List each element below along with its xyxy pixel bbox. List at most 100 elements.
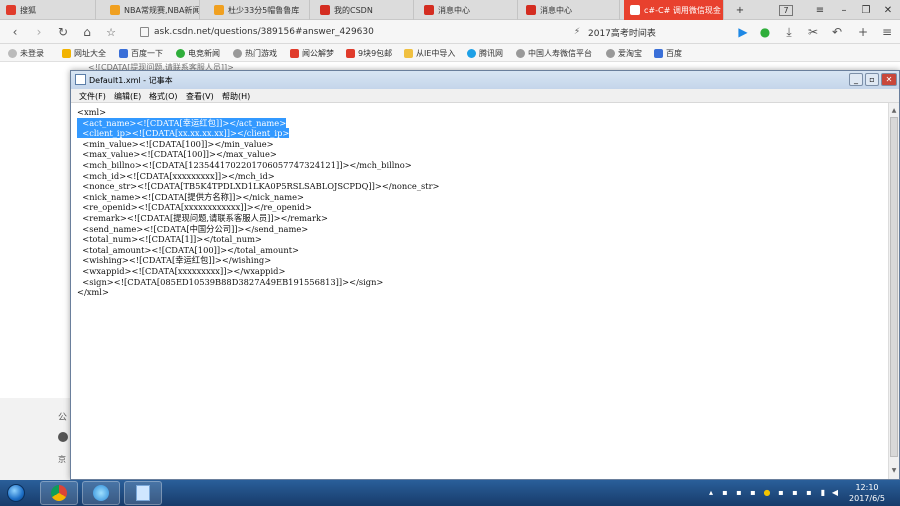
system-clock[interactable]: 12:10 2017/6/5 <box>842 482 892 504</box>
bookmark-item[interactable]: 腾讯网 <box>467 44 503 62</box>
scissors-icon[interactable]: ✂ <box>804 23 822 41</box>
xml-line: <remark><![CDATA[提现问题,请联系客服人员]]></remark… <box>77 213 328 223</box>
xml-line: <max_value><![CDATA[100]]></max_value> <box>77 149 277 160</box>
search-input[interactable]: 2017高考时间表 <box>588 23 718 41</box>
taskbar-browser[interactable] <box>82 481 120 505</box>
tray-app-icon[interactable]: ▪ <box>720 487 730 497</box>
tab-label: 消息中心 <box>438 5 470 15</box>
taskbar-chrome[interactable] <box>40 481 78 505</box>
xml-line: <mch_id><![CDATA[xxxxxxxxx]]></mch_id> <box>77 170 275 181</box>
bookmark-item[interactable]: 电竞新闻 <box>176 44 220 62</box>
new-tab-button[interactable]: + <box>726 0 754 20</box>
taskbar-notepad[interactable] <box>124 481 162 505</box>
notepad-close-button[interactable]: ✕ <box>881 73 897 86</box>
bookmark-item[interactable]: 网址大全 <box>62 44 106 62</box>
tab-label: c#-C# 调用微信现金 <box>644 5 721 15</box>
scroll-up-icon[interactable]: ▲ <box>890 105 898 115</box>
notepad-titlebar[interactable]: Default1.xml - 记事本 _ ▫ ✕ <box>71 71 899 89</box>
tray-app-icon[interactable]: ▪ <box>748 487 758 497</box>
game-icon <box>176 48 185 58</box>
tray-app-icon[interactable]: ▪ <box>804 487 814 497</box>
lightning-icon[interactable]: ⚡ <box>568 23 586 41</box>
qq-icon <box>467 48 476 58</box>
bookmark-star-icon[interactable]: ☆ <box>102 23 120 41</box>
tray-app-icon[interactable]: ▪ <box>790 487 800 497</box>
tray-app-icon[interactable]: ● <box>762 487 772 497</box>
notepad-minimize-button[interactable]: _ <box>849 73 863 86</box>
login-status[interactable]: 未登录 <box>8 44 44 62</box>
notepad-text-area[interactable]: <xml> <act_name><![CDATA[幸运红包]]></act_na… <box>71 103 888 479</box>
bookmark-label: 闻公解梦 <box>302 48 334 58</box>
browser-tab[interactable]: 我的CSDN <box>314 0 414 20</box>
bookmark-item[interactable]: 爱淘宝 <box>606 44 642 62</box>
xml-line: <re_openid><![CDATA[xxxxxxxxxxxx]]></re_… <box>77 202 312 213</box>
notepad-scrollbar[interactable]: ▲ ▼ <box>888 103 899 479</box>
xml-line: <nick_name><![CDATA[提供方名称]]></nick_name> <box>77 191 304 202</box>
menu-help[interactable]: 帮助(H) <box>222 89 250 103</box>
close-button[interactable]: ✕ <box>874 0 900 20</box>
tray-app-icon[interactable]: ▪ <box>776 487 786 497</box>
bookmark-item[interactable]: 百度 <box>654 44 682 62</box>
browser-tab[interactable]: 杜少33分5帽鲁鲁库 <box>208 0 310 20</box>
play-icon[interactable]: ▶ <box>734 23 752 41</box>
menu-file[interactable]: 文件(F) <box>79 89 106 103</box>
tab-label: 杜少33分5帽鲁鲁库 <box>228 5 300 15</box>
scroll-down-icon[interactable]: ▼ <box>890 465 898 475</box>
menu-icon[interactable]: ≡ <box>878 23 896 41</box>
bookmark-item[interactable]: 闻公解梦 <box>290 44 334 62</box>
browser-tab[interactable]: NBA常规赛,NBA新闻 <box>104 0 200 20</box>
baidu-icon <box>654 48 663 58</box>
csdn-favicon-icon <box>630 5 640 15</box>
menu-edit[interactable]: 编辑(E) <box>114 89 141 103</box>
news-favicon-icon <box>214 5 224 15</box>
xml-line: <mch_billno><![CDATA[1235441702201706057… <box>77 160 412 170</box>
menu-view[interactable]: 查看(V) <box>186 89 214 103</box>
browser-tab-strip: 搜狐 NBA常规赛,NBA新闻 杜少33分5帽鲁鲁库 我的CSDN 消息中心 消… <box>0 0 900 20</box>
bookmark-label: 百度 <box>666 48 682 58</box>
notepad-maximize-button[interactable]: ▫ <box>865 73 879 86</box>
bookmark-item[interactable]: 9块9包邮 <box>346 44 392 62</box>
selected-text: <act_name><![CDATA[幸运红包]]></act_name> <box>77 117 287 128</box>
page-icon <box>140 27 149 37</box>
bookmark-item[interactable]: 热门游戏 <box>233 44 277 62</box>
tab-label: 我的CSDN <box>334 5 373 15</box>
back-arrow-icon[interactable]: ‹ <box>6 23 24 41</box>
browser-tab[interactable]: 消息中心 <box>418 0 518 20</box>
refresh-icon[interactable]: ↻ <box>54 23 72 41</box>
home-icon[interactable]: ⌂ <box>78 23 96 41</box>
forward-arrow-icon[interactable]: › <box>30 23 48 41</box>
folder-icon <box>404 48 413 58</box>
bookmark-label: 电竞新闻 <box>188 48 220 58</box>
bookmark-item[interactable]: 中国人寿微信平台 <box>516 44 592 62</box>
side-label: 公 <box>58 413 68 423</box>
start-button[interactable] <box>4 482 28 504</box>
bookmark-folder[interactable]: 从IE中导入 <box>404 44 455 62</box>
tab-count-badge[interactable]: 7 <box>772 0 800 20</box>
chat-icon[interactable]: ● <box>756 23 774 41</box>
xml-line: <wxappid><![CDATA[xxxxxxxxx]]></wxappid> <box>77 266 286 276</box>
browser-tab-active[interactable]: c#-C# 调用微信现金 <box>624 0 724 20</box>
xml-line-selected: <client_ip><![CDATA[xx.xx.xx.xx]]></clie… <box>77 128 290 139</box>
bookmark-label: 腾讯网 <box>479 48 503 58</box>
scrollbar-thumb[interactable] <box>890 117 898 457</box>
bookmark-label: 网址大全 <box>74 48 106 58</box>
network-icon[interactable]: ▮ <box>818 487 828 497</box>
bell-icon[interactable] <box>58 432 68 442</box>
download-icon[interactable]: ⤓ <box>780 23 798 41</box>
address-bar[interactable]: ask.csdn.net/questions/389156#answer_429… <box>138 23 570 41</box>
bookmark-item[interactable]: 百度一下 <box>119 44 163 62</box>
baidu-icon <box>119 48 128 58</box>
tray-app-icon[interactable]: ▪ <box>734 487 744 497</box>
bookmark-label: 百度一下 <box>131 48 163 58</box>
tab-label: 搜狐 <box>20 5 36 15</box>
browser-tab[interactable]: 搜狐 <box>0 0 96 20</box>
tray-arrow-icon[interactable]: ▴ <box>706 487 716 497</box>
add-icon[interactable]: + <box>854 23 872 41</box>
notepad-icon <box>75 74 86 85</box>
side-label: 京 <box>58 455 66 464</box>
site-icon <box>62 48 71 58</box>
menu-format[interactable]: 格式(O) <box>149 89 178 103</box>
volume-icon[interactable]: ◀ <box>830 487 840 497</box>
browser-tab[interactable]: 消息中心 <box>520 0 620 20</box>
undo-icon[interactable]: ↶ <box>828 23 846 41</box>
